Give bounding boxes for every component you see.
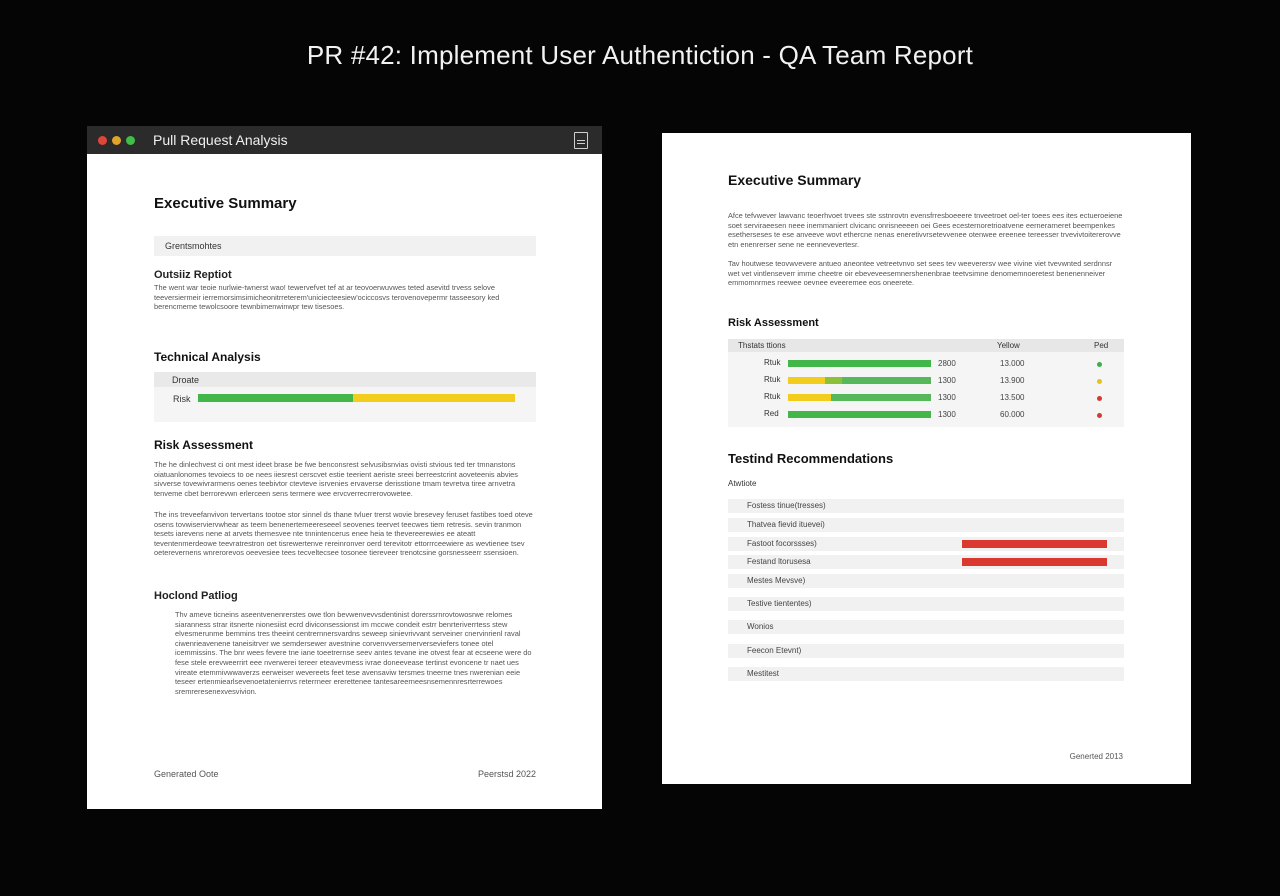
risk-row-value-2: 60.000 [1000,410,1025,419]
risk-status-dot-icon [1097,413,1102,418]
risk-assessment-heading-2: Risk Assessment [728,317,819,329]
risk-row-value-1: 2800 [938,359,956,368]
risk-row-value-1: 1300 [938,376,956,385]
recommendation-label: Fastoot focorssses) [747,539,817,548]
hoclond-heading: Hoclond Patliog [154,590,238,602]
risk-status-dot-icon [1097,379,1102,384]
risk-bar-segment [788,360,931,367]
recommendation-label: Mestes Mevsve) [747,576,806,585]
recommendation-label: Feecon Etevnt) [747,646,802,655]
risk-bar-segment [788,394,831,401]
recommendation-row: Feecon Etevnt) [728,644,1124,658]
summary-box-label: Grentsmohtes [165,241,222,251]
risk-row-label: Rtuk [764,375,781,384]
risk-status-dot-icon [1097,362,1102,367]
recommendation-priority-bar [962,558,1107,566]
right-report-window: Executive Summary Afce tefvwever lawvanc… [662,133,1191,784]
recommendation-row: Wonios [728,620,1124,634]
technical-table-header [154,372,536,387]
risk-bar-segment [825,377,843,384]
left-report-window: Pull Request Analysis Executive Summary … [87,126,602,809]
risk-row-bar [788,377,931,384]
recommendation-label: Fostess tinue(tresses) [747,501,826,510]
footer-printed-date: Peerstsd 2022 [477,769,536,779]
risk-table-row: Red 1300 60.000 [728,408,1124,422]
minimize-window-button[interactable] [112,136,121,145]
outside-report-text: The went war teoie nurlwie-twnerst wao! … [154,283,500,312]
risk-table: Thstats ttions Yellow Ped Rtuk 2800 13.000… [728,339,1124,427]
document-icon[interactable] [574,132,588,149]
risk-bar-segment [788,411,931,418]
recommendation-label: Festand ltorusesa [747,557,811,566]
recommendation-row: Mestitest [728,667,1124,681]
risk-row-value-2: 13.000 [1000,359,1025,368]
recommendation-label: Mestitest [747,669,780,678]
recommendation-row: Fastoot focorssses) [728,537,1124,551]
summary-paragraph-2: Tav houtwese teovwvevere antueo aneontee… [728,259,1113,288]
close-window-button[interactable] [98,136,107,145]
risk-assessment-heading: Risk Assessment [154,438,253,452]
risk-row-value-2: 13.500 [1000,393,1025,402]
hoclond-text: Thv ameve ticneins aseentvenenrerstes ow… [175,610,532,696]
window-titlebar: Pull Request Analysis [87,126,602,154]
risk-row-label: Rtuk [764,358,781,367]
risk-row-value-2: 13.900 [1000,376,1025,385]
recommendation-label: Thatvea fievid ituevei) [747,520,825,529]
recommendation-row: Fostess tinue(tresses) [728,499,1124,513]
risk-row-bar [788,360,931,367]
risk-row-bar [788,394,931,401]
recommendation-row: Thatvea fievid ituevei) [728,518,1124,532]
risk-bar-segment [788,377,826,384]
risk-row-label: Red [764,409,779,418]
window-title: Pull Request Analysis [153,132,288,148]
page-title: PR #42: Implement User Authentiction - Q… [306,40,974,70]
summary-box: Grentsmohtes [154,236,536,256]
risk-row-label: Rtuk [764,392,781,401]
risk-row-value-1: 1300 [938,410,956,419]
summary-paragraph-1: Afce tefvwever lawvanc teoerhvoet trvees… [728,211,1123,249]
technical-risk-bar [198,394,515,402]
recommendation-row: Testive tiententes) [728,597,1124,611]
recommendation-label: Wonios [747,622,774,631]
risk-table-header [728,339,1124,352]
recommendation-row: Festand ltorusesa [728,555,1124,569]
technical-header-label: Droate [172,375,200,385]
technical-analysis-table: Droate Risk [154,372,536,422]
recommendation-row: Mestes Mevsve) [728,574,1124,588]
risk-header-red: Ped [1094,341,1109,350]
risk-table-row: Rtuk 1300 13.500 [728,391,1124,405]
footer-generated: Generted 2013 [1069,752,1123,761]
executive-summary-heading-2: Executive Summary [728,172,862,188]
footer-generated-date: Generated Oote [154,769,219,779]
recommendation-label: Testive tiententes) [747,599,812,608]
executive-summary-heading: Executive Summary [154,195,297,212]
recommendation-priority-bar [962,540,1107,548]
risk-table-row: Rtuk 1300 13.900 [728,374,1124,388]
recommendations-header: Atwtiote [728,479,757,488]
risk-status-dot-icon [1097,396,1102,401]
risk-row-bar [788,411,931,418]
risk-header-yellow: Yellow [997,341,1020,350]
risk-bar-segment [842,377,931,384]
risk-row-value-1: 1300 [938,393,956,402]
technical-analysis-heading: Technical Analysis [154,350,261,364]
risk-table-row: Rtuk 2800 13.000 [728,357,1124,371]
technical-risk-label: Risk [173,394,191,404]
risk-paragraph-2: The ins treveefanvivon tervertans tootoe… [154,510,533,558]
maximize-window-button[interactable] [126,136,135,145]
risk-bar-segment [830,394,931,401]
risk-bar-green-segment [198,394,354,402]
risk-header-status: Thstats ttions [738,341,786,350]
testing-recommendations-heading: Testind Recommendations [728,451,894,466]
risk-bar-yellow-segment [353,394,515,402]
risk-paragraph-1: The he dinlechvest ci ont mest ideet bra… [154,460,518,498]
outside-report-heading: Outsiiz Reptiot [154,269,232,281]
